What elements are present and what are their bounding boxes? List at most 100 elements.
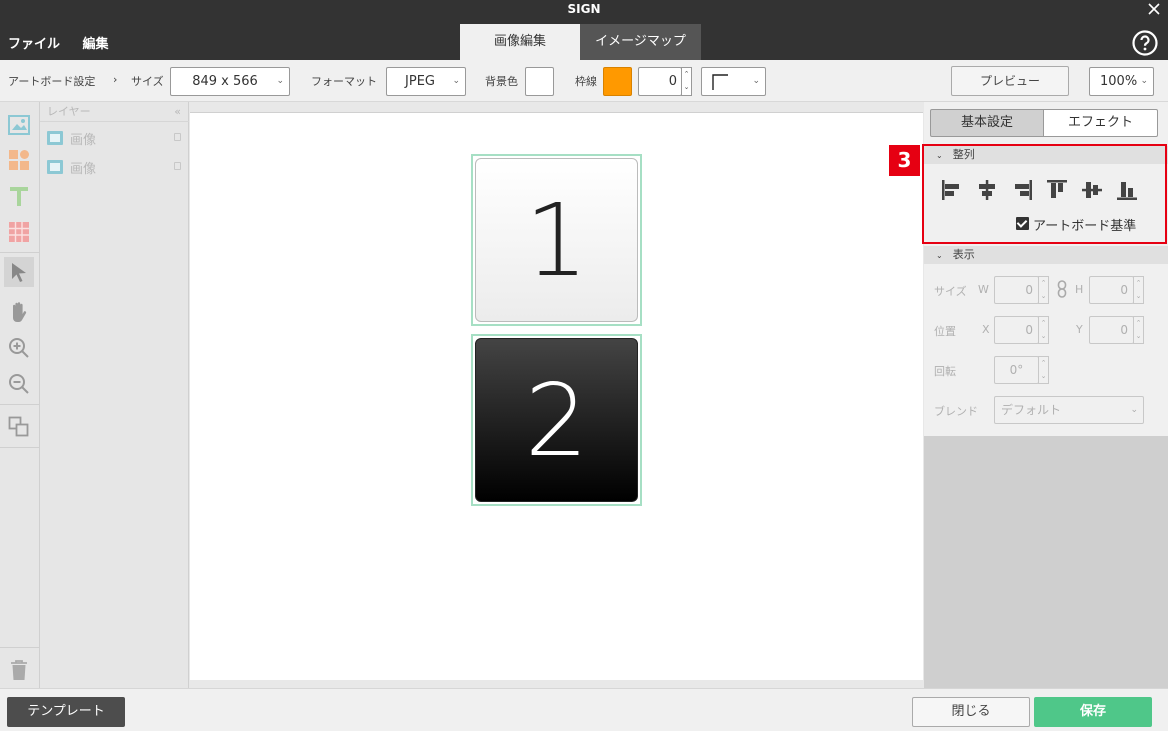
tile-1: 1	[475, 158, 638, 322]
trash-icon	[11, 660, 27, 680]
h-label: H	[1075, 283, 1084, 296]
align-top-icon[interactable]	[1044, 177, 1070, 203]
height-input[interactable]: 0	[1089, 276, 1134, 304]
zoom-in-icon	[9, 338, 29, 358]
format-select[interactable]: JPEG ⌄	[386, 67, 466, 96]
tool-hand[interactable]	[4, 297, 34, 327]
menu-file[interactable]: ファイル	[8, 37, 60, 52]
rotate-stepper[interactable]: ⌃ ⌄	[1038, 356, 1049, 384]
y-input[interactable]: 0	[1089, 316, 1134, 344]
border-width-input[interactable]: 0	[638, 67, 682, 96]
close-button[interactable]: 閉じる	[912, 697, 1030, 727]
corner-style-select[interactable]: ⌄	[701, 67, 766, 96]
tab-effect[interactable]: エフェクト	[1043, 109, 1158, 137]
tool-shapes[interactable]	[4, 145, 34, 175]
align-middle-v-icon[interactable]	[1079, 177, 1105, 203]
tool-zoom-out[interactable]	[4, 369, 34, 399]
tab-image-edit[interactable]: 画像編集	[460, 24, 580, 60]
image-icon	[47, 131, 63, 145]
layer-item[interactable]: 画像	[40, 124, 189, 152]
width-input[interactable]: 0	[994, 276, 1039, 304]
tab-basic-settings[interactable]: 基本設定	[930, 109, 1044, 137]
align-center-h-icon[interactable]	[974, 177, 1000, 203]
chevron-down-icon: ⌄	[1140, 76, 1148, 86]
layer-name: 画像	[70, 162, 97, 177]
height-stepper[interactable]: ⌃ ⌄	[1133, 276, 1144, 304]
y-stepper[interactable]: ⌃ ⌄	[1133, 316, 1144, 344]
app-title: SIGN	[567, 2, 601, 16]
format-value: JPEG	[405, 74, 435, 89]
bgcolor-swatch[interactable]	[525, 67, 554, 96]
size-value: 849 x 566	[192, 74, 258, 89]
mode-tabs: 画像編集 イメージマップ	[460, 24, 701, 60]
artboard-basis-checkbox[interactable]	[1016, 217, 1029, 230]
layers-header: レイヤー «	[40, 102, 189, 122]
chevron-down-icon: ⌄	[936, 251, 943, 260]
layers-panel: レイヤー « 画像 画像	[40, 102, 189, 688]
image-icon	[47, 160, 63, 174]
menu-edit[interactable]: 編集	[83, 37, 109, 52]
border-width-stepper[interactable]: ⌃ ⌄	[681, 67, 692, 96]
display-section-header[interactable]: ⌄ 表示	[924, 246, 1168, 264]
tool-delete[interactable]	[4, 655, 34, 685]
title-bar: SIGN ファイル 編集 画像編集 イメージマップ	[0, 0, 1168, 60]
align-right-icon[interactable]	[1009, 177, 1035, 203]
link-icon[interactable]	[1057, 280, 1067, 298]
tab-image-map[interactable]: イメージマップ	[580, 24, 701, 60]
tool-select[interactable]	[4, 257, 34, 287]
image-icon	[8, 115, 30, 135]
tool-image[interactable]	[4, 110, 34, 140]
collapse-icon[interactable]: «	[174, 102, 181, 122]
size-select[interactable]: 849 x 566 ⌄	[170, 67, 290, 96]
callout-number: 3	[889, 145, 920, 176]
zoom-out-icon	[9, 374, 29, 394]
layers-title: レイヤー	[47, 105, 91, 118]
x-stepper[interactable]: ⌃ ⌄	[1038, 316, 1049, 344]
artboard-basis-label: アートボード基準	[1033, 219, 1137, 234]
tool-arrange[interactable]	[4, 412, 34, 442]
rotate-input[interactable]: 0°	[994, 356, 1039, 384]
align-bottom-icon[interactable]	[1114, 177, 1140, 203]
tile-2: 2	[475, 338, 638, 502]
arrange-icon	[8, 416, 29, 437]
blend-select[interactable]: デフォルト ⌄	[994, 396, 1144, 424]
canvas-area: 1 2	[189, 102, 924, 688]
chevron-down-icon: ⌄	[752, 76, 760, 86]
menu-bar: ファイル 編集	[8, 33, 127, 52]
lock-icon[interactable]	[174, 162, 181, 170]
help-icon[interactable]	[1132, 30, 1158, 56]
tool-sidebar	[0, 102, 40, 688]
tool-text[interactable]	[4, 181, 34, 211]
layer-name: 画像	[70, 133, 97, 148]
align-left-icon[interactable]	[939, 177, 965, 203]
rotate-label: 回転	[934, 365, 956, 378]
border-color-swatch[interactable]	[603, 67, 632, 96]
lock-icon[interactable]	[174, 133, 181, 141]
artboard[interactable]: 1 2	[190, 112, 923, 680]
x-label: X	[982, 323, 990, 336]
toolbar: アートボード設定 › サイズ 849 x 566 ⌄ フォーマット JPEG ⌄…	[0, 60, 1168, 102]
template-button[interactable]: テンプレート	[7, 697, 125, 727]
text-icon	[10, 187, 28, 206]
layer-item[interactable]: 画像	[40, 153, 189, 181]
image-object-1[interactable]: 1	[471, 154, 642, 326]
align-section-header[interactable]: ⌄ 整列	[924, 146, 1168, 164]
close-icon[interactable]	[1146, 1, 1162, 17]
chevron-down-icon: ⌄	[936, 151, 943, 160]
width-stepper[interactable]: ⌃ ⌄	[1038, 276, 1049, 304]
cursor-icon	[12, 263, 26, 282]
tool-zoom-in[interactable]	[4, 333, 34, 363]
preview-button[interactable]: プレビュー	[951, 66, 1069, 96]
breadcrumb-arrow-icon: ›	[113, 73, 118, 86]
image-object-2[interactable]: 2	[471, 334, 642, 506]
blend-value: デフォルト	[1001, 403, 1062, 417]
save-button[interactable]: 保存	[1034, 697, 1152, 727]
tool-table[interactable]	[4, 217, 34, 247]
zoom-select[interactable]: 100% ⌄	[1089, 67, 1154, 96]
x-input[interactable]: 0	[994, 316, 1039, 344]
shapes-icon	[9, 150, 29, 170]
hand-icon	[13, 302, 27, 322]
zoom-value: 100%	[1100, 74, 1138, 89]
w-label: W	[978, 283, 989, 296]
border-label: 枠線	[575, 75, 597, 88]
